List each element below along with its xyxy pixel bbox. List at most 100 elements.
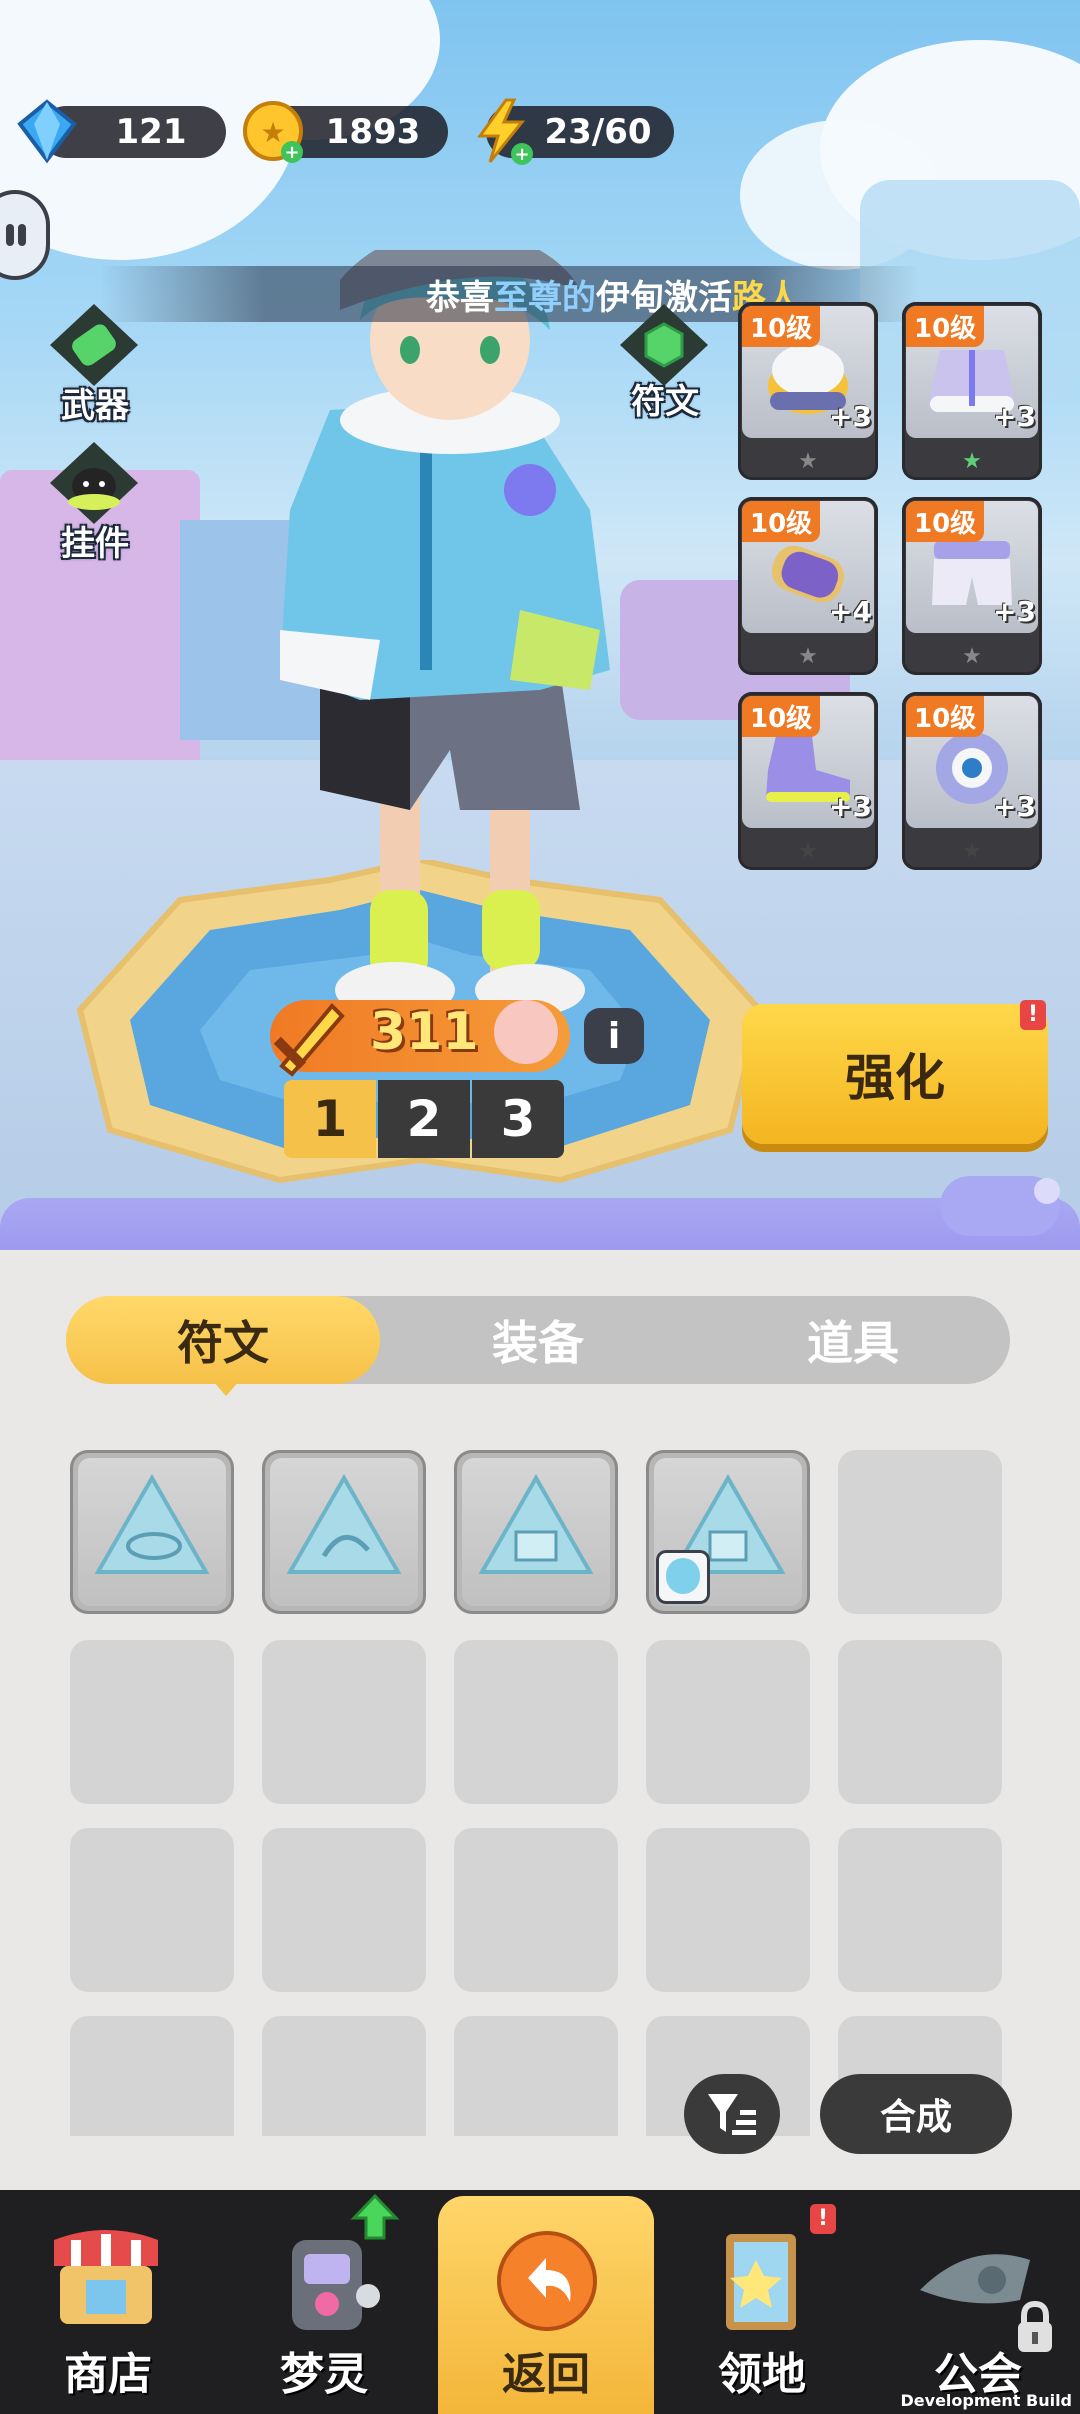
empty-slot[interactable] bbox=[646, 1828, 810, 1992]
filter-button[interactable] bbox=[684, 2074, 780, 2154]
star-icon: ★ bbox=[962, 449, 982, 474]
panel-header bbox=[0, 1198, 1080, 1258]
nav-dream[interactable]: 梦灵 bbox=[216, 2190, 432, 2414]
empty-slot[interactable] bbox=[262, 1828, 426, 1992]
star-icon: ★ bbox=[798, 839, 818, 864]
rune-label: 符文 bbox=[631, 382, 699, 422]
nav-guild[interactable]: 公会 bbox=[870, 2190, 1080, 2414]
equipment-level: 10级 bbox=[906, 306, 985, 347]
equipment-plus: +3 bbox=[829, 400, 872, 433]
loadout-tab-1[interactable]: 1 bbox=[284, 1080, 376, 1158]
star-icon: ★ bbox=[798, 449, 818, 474]
empty-slot[interactable] bbox=[262, 1640, 426, 1804]
shop-icon bbox=[54, 2230, 158, 2324]
coin-count: 1893 bbox=[325, 112, 421, 152]
nav-shop[interactable]: 商店 bbox=[0, 2190, 216, 2414]
avatar bbox=[666, 1558, 700, 1594]
equipment-level: 10级 bbox=[906, 501, 985, 542]
rune-shard-icon bbox=[286, 1473, 402, 1574]
equipment-level: 10级 bbox=[742, 501, 821, 542]
rune-item[interactable] bbox=[262, 1450, 426, 1614]
star-icon: ★ bbox=[962, 839, 982, 864]
lightning-icon: + bbox=[477, 98, 533, 165]
side-drawer-toggle[interactable] bbox=[0, 190, 50, 280]
ticker-text-2: 至尊的 bbox=[494, 277, 596, 318]
pause-bar bbox=[18, 224, 26, 246]
sword-icon bbox=[273, 1003, 345, 1077]
svg-text:★: ★ bbox=[260, 116, 285, 149]
panel-bubble bbox=[1034, 1178, 1060, 1204]
enhance-button[interactable]: 强化 bbox=[742, 1004, 1048, 1144]
star-icon: ★ bbox=[798, 644, 818, 669]
weapon-label: 武器 bbox=[61, 386, 129, 426]
empty-slot[interactable] bbox=[70, 1640, 234, 1804]
rune-shard-icon bbox=[478, 1473, 594, 1574]
rune-item[interactable] bbox=[70, 1450, 234, 1614]
equipment-level: 10级 bbox=[742, 696, 821, 737]
alert-badge: ! bbox=[810, 2204, 836, 2234]
nav-back[interactable]: 返回 bbox=[438, 2196, 654, 2414]
svg-text:+: + bbox=[284, 142, 299, 163]
equipment-slot-shoe[interactable]: 10级 +3 ★ bbox=[738, 692, 878, 870]
empty-slot[interactable] bbox=[70, 1828, 234, 1992]
upgrade-arrow-icon bbox=[350, 2193, 400, 2240]
rune-item[interactable] bbox=[646, 1450, 810, 1614]
nav-territory-label: 领地 bbox=[718, 2349, 806, 2400]
tab-items[interactable]: 道具 bbox=[696, 1296, 1010, 1384]
equipment-slot-helmet[interactable]: 10级 +3 ★ bbox=[738, 302, 878, 480]
equipment-slot-bracer[interactable]: 10级 +4 ★ bbox=[738, 497, 878, 675]
tab-equipment[interactable]: 装备 bbox=[381, 1296, 695, 1384]
empty-slot[interactable] bbox=[454, 1828, 618, 1992]
filter-icon bbox=[708, 2094, 756, 2135]
equipment-slot-shorts[interactable]: 10级 +3 ★ bbox=[902, 497, 1042, 675]
nav-shop-label: 商店 bbox=[64, 2349, 152, 2400]
equipment-slot-jacket[interactable]: 10级 +3 ★ bbox=[902, 302, 1042, 480]
empty-slot[interactable] bbox=[838, 1640, 1002, 1804]
back-arrow-icon bbox=[497, 2231, 597, 2331]
compose-button[interactable]: 合成 bbox=[820, 2074, 1012, 2154]
pendant-label: 挂件 bbox=[61, 524, 129, 564]
empty-slot[interactable] bbox=[838, 1828, 1002, 1992]
equipment-slot-eye-orb[interactable]: 10级 +3 ★ bbox=[902, 692, 1042, 870]
territory-door-icon bbox=[726, 2234, 796, 2330]
coin-icon: ★ + bbox=[243, 101, 303, 163]
equipment-plus: +3 bbox=[829, 790, 872, 823]
empty-slot[interactable] bbox=[838, 1450, 1002, 1614]
alert-badge: ! bbox=[1020, 1000, 1046, 1030]
equipment-plus: +3 bbox=[993, 790, 1036, 823]
pause-bar bbox=[6, 224, 14, 246]
nav-territory[interactable]: ! 领地 bbox=[654, 2190, 870, 2414]
svg-text:+: + bbox=[514, 144, 529, 165]
equipment-plus: +4 bbox=[829, 595, 872, 628]
info-button[interactable]: i bbox=[584, 1008, 644, 1064]
empty-slot[interactable] bbox=[646, 1640, 810, 1804]
gem-count: 121 bbox=[115, 112, 187, 152]
dev-build-label: Development Build bbox=[900, 2391, 1072, 2410]
rune-button[interactable]: 符文 bbox=[600, 300, 730, 430]
empty-slot[interactable] bbox=[262, 2016, 426, 2136]
combat-power-value: 311 bbox=[370, 1002, 479, 1062]
rune-item[interactable] bbox=[454, 1450, 618, 1614]
empty-slot[interactable] bbox=[454, 2016, 618, 2136]
loadout-tab-3[interactable]: 3 bbox=[472, 1080, 564, 1158]
tab-pointer bbox=[212, 1380, 240, 1396]
empty-slot[interactable] bbox=[454, 1640, 618, 1804]
equipment-plus: +3 bbox=[993, 400, 1036, 433]
inventory-tabs: 符文 装备 道具 bbox=[66, 1296, 1010, 1384]
equipment-plus: +3 bbox=[993, 595, 1036, 628]
hero-avatar-badge bbox=[656, 1550, 710, 1604]
dream-machine-icon bbox=[292, 2240, 380, 2330]
pig-icon bbox=[494, 1000, 558, 1064]
enhance-label: 强化 bbox=[845, 1049, 945, 1107]
rune-shard-icon bbox=[94, 1473, 210, 1574]
weapon-button[interactable]: 武器 bbox=[30, 300, 160, 430]
tab-rune[interactable]: 符文 bbox=[66, 1296, 380, 1384]
weapon-icon bbox=[50, 304, 138, 386]
loadout-tab-2[interactable]: 2 bbox=[378, 1080, 470, 1158]
star-icon: ★ bbox=[962, 644, 982, 669]
ticker-text-1: 恭喜 bbox=[426, 277, 494, 318]
equipment-level: 10级 bbox=[742, 306, 821, 347]
pendant-button[interactable]: 挂件 bbox=[30, 438, 160, 568]
empty-slot[interactable] bbox=[70, 2016, 234, 2136]
nav-dream-label: 梦灵 bbox=[280, 2349, 368, 2400]
